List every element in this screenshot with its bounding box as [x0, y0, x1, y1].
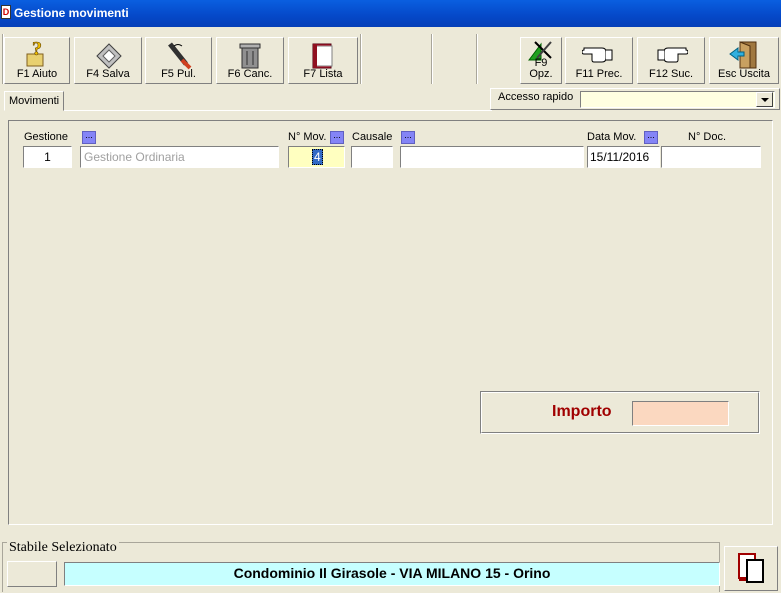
svg-text:?: ?	[32, 40, 42, 60]
causale-lookup-button[interactable]: ...	[401, 131, 415, 144]
book-list-icon	[312, 43, 333, 69]
num-mov-lookup-button[interactable]: ...	[330, 131, 344, 144]
data-mov-value: 15/11/2016	[590, 150, 650, 164]
data-mov-label: Data Mov.	[587, 131, 637, 143]
quick-access-label: Accesso rapido	[498, 91, 574, 103]
options-button-label: F9 Opz.	[529, 57, 553, 80]
help-button-label: F1 Aiuto	[16, 68, 58, 80]
importo-field[interactable]	[632, 401, 729, 426]
next-button[interactable]: F12 Suc.	[637, 37, 705, 84]
hand-right-icon	[657, 47, 688, 63]
causale-description-field	[400, 146, 584, 168]
gestione-code-field[interactable]: 1	[23, 146, 72, 168]
quick-access-combo[interactable]	[580, 91, 775, 108]
save-disk-icon	[96, 43, 122, 69]
logo-button[interactable]	[724, 546, 778, 591]
toolbar-separator	[431, 34, 433, 84]
list-button-label: F7 Lista	[303, 68, 343, 80]
options-button[interactable]: F9 Opz.	[520, 37, 562, 84]
save-button[interactable]: F4 Salva	[74, 37, 142, 84]
gestione-lookup-button[interactable]: ...	[82, 131, 96, 144]
clear-button-label: F5 Pul.	[161, 68, 196, 80]
num-mov-label: N° Mov.	[288, 131, 327, 143]
document-icon: D	[1, 5, 11, 19]
toolbar-separator	[360, 34, 362, 84]
tab-movimenti[interactable]: Movimenti	[4, 91, 64, 111]
stabile-legend: Stabile Selezionato	[7, 540, 119, 556]
hand-left-icon	[582, 47, 613, 63]
clear-button[interactable]: F5 Pul.	[145, 37, 212, 84]
gestione-label: Gestione	[24, 131, 69, 143]
delete-button-label: F6 Canc.	[227, 68, 273, 80]
num-doc-label: N° Doc.	[688, 131, 727, 143]
data-mov-field[interactable]: 15/11/2016	[587, 146, 660, 168]
help-button[interactable]: ? F1 Aiuto	[4, 37, 70, 84]
help-icon: ?	[26, 40, 44, 67]
previous-button[interactable]: F11 Prec.	[565, 37, 633, 84]
exit-button[interactable]: Esc Uscita	[709, 37, 779, 84]
next-button-label: F12 Suc.	[648, 68, 694, 80]
previous-button-label: F11 Prec.	[575, 68, 623, 80]
window-title: Gestione movimenti	[14, 6, 129, 20]
num-doc-field[interactable]	[661, 146, 761, 168]
title-bar: D Gestione movimenti	[0, 0, 781, 27]
causale-label: Causale	[352, 131, 393, 143]
movimenti-panel	[8, 120, 773, 525]
delete-button[interactable]: F6 Canc.	[216, 37, 284, 84]
brush-icon	[167, 42, 191, 70]
save-button-label: F4 Salva	[86, 68, 130, 80]
tab-baseline	[64, 110, 492, 111]
exit-button-label: Esc Uscita	[718, 68, 770, 80]
app-logo-icon	[738, 553, 764, 583]
gestione-description-field: Gestione Ordinaria	[80, 146, 279, 168]
importo-label: Importo	[552, 403, 612, 420]
list-button[interactable]: F7 Lista	[288, 37, 358, 84]
chevron-down-icon[interactable]	[756, 92, 773, 107]
toolbar-separator	[476, 34, 478, 84]
exit-door-icon	[729, 41, 757, 69]
num-mov-value: 4	[312, 149, 323, 165]
gestione-code-value: 1	[44, 150, 51, 164]
stabile-select-button[interactable]	[7, 561, 57, 587]
num-mov-field[interactable]: 4	[288, 146, 345, 168]
trash-icon	[239, 43, 261, 69]
gestione-description-value: Gestione Ordinaria	[84, 150, 185, 164]
data-mov-lookup-button[interactable]: ...	[644, 131, 658, 144]
condominio-field: Condominio Il Girasole - VIA MILANO 15 -…	[64, 562, 720, 586]
causale-code-field[interactable]	[351, 146, 393, 168]
